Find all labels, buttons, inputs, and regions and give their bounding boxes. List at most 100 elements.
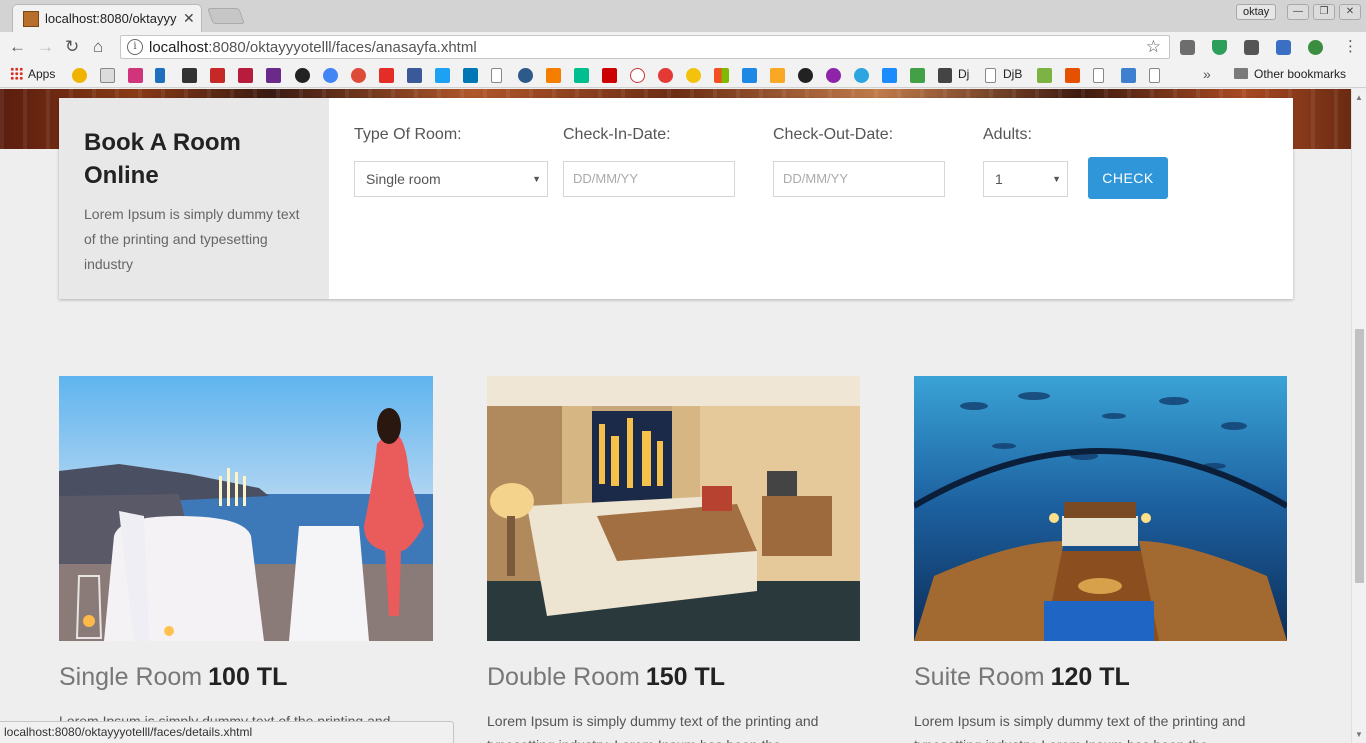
bookmark-icon[interactable] [826, 68, 841, 83]
maximize-icon[interactable]: ❐ [1313, 4, 1335, 20]
page-scrollbar[interactable]: ▲ ▼ [1351, 89, 1366, 743]
room-name[interactable]: Single Room [59, 663, 202, 691]
home-icon[interactable]: ⌂ [93, 38, 103, 56]
bookmark-icon[interactable] [128, 68, 143, 83]
tab-close-icon[interactable]: ✕ [183, 10, 195, 27]
room-title: Single Room 100 TL [59, 663, 287, 692]
address-bar[interactable]: i localhost:8080/oktayyyotelll/faces/ana… [120, 35, 1170, 59]
bookmark-djb[interactable]: DjB [1003, 67, 1022, 81]
adults-select[interactable]: 1 ▼ [983, 161, 1068, 197]
checkin-date-input[interactable]: DD/MM/YY [563, 161, 735, 197]
bookmarks-bar: Apps Dj DjB » Other bookmarks [0, 62, 1366, 88]
bookmark-icon[interactable] [266, 68, 281, 83]
check-button[interactable]: CHECK [1088, 157, 1168, 199]
booking-heading: Book A Room Online [84, 129, 241, 189]
bookmark-icon[interactable] [630, 68, 645, 83]
page-icon[interactable] [1093, 68, 1104, 83]
browser-toolbar: ← → ↻ ⌂ i localhost:8080/oktayyyotelll/f… [0, 32, 1366, 62]
bookmark-icon[interactable] [742, 68, 757, 83]
checkin-placeholder: DD/MM/YY [573, 171, 638, 186]
book-icon[interactable] [938, 68, 952, 83]
bookmark-icon[interactable] [602, 68, 617, 83]
bookmark-dj[interactable]: Dj [958, 67, 969, 81]
window-close-icon[interactable]: ✕ [1339, 4, 1361, 20]
bookmark-icon[interactable] [658, 68, 673, 83]
bus-icon[interactable] [1121, 68, 1136, 83]
bookmark-icon[interactable] [770, 68, 785, 83]
bookmark-icon[interactable] [1037, 68, 1052, 83]
scroll-down-icon[interactable]: ▼ [1355, 730, 1363, 739]
url-path: :8080/oktayyyotelll/faces/anasayfa.xhtml [208, 39, 477, 56]
telegram-icon[interactable] [854, 68, 869, 83]
extension-cube-icon[interactable] [1276, 40, 1291, 55]
bookmarks-overflow-icon[interactable]: » [1203, 66, 1211, 82]
room-name[interactable]: Double Room [487, 663, 640, 691]
bookmark-icon[interactable] [295, 68, 310, 83]
bookmark-apps[interactable]: Apps [10, 67, 55, 81]
bookmark-icon[interactable] [238, 68, 253, 83]
vine-icon[interactable] [574, 68, 589, 83]
browser-tab-active[interactable]: localhost:8080/oktayyyotelll/faces/anasa… [12, 4, 202, 32]
bookmark-icon[interactable] [518, 68, 533, 83]
microsoft-icon[interactable] [714, 68, 729, 83]
room-image-suite[interactable] [914, 376, 1287, 641]
blogger-icon[interactable] [546, 68, 561, 83]
new-tab-button[interactable] [207, 8, 245, 24]
twitter-icon[interactable] [435, 68, 450, 83]
youtube-icon[interactable] [379, 68, 394, 83]
bookmark-icon[interactable] [100, 68, 115, 83]
bookmark-icon[interactable] [910, 68, 925, 83]
room-type-select[interactable]: Single room ▼ [354, 161, 548, 197]
bookmark-icon[interactable] [210, 68, 225, 83]
forward-arrow-icon[interactable]: → [37, 38, 54, 56]
checkout-placeholder: DD/MM/YY [783, 171, 848, 186]
scrollbar-thumb[interactable] [1355, 329, 1364, 583]
scroll-up-icon[interactable]: ▲ [1355, 93, 1363, 102]
adults-value: 1 [995, 171, 1003, 187]
code-icon[interactable] [1065, 68, 1080, 83]
profile-button[interactable]: oktay [1236, 4, 1277, 20]
browser-status-bar: localhost:8080/oktayyyotelll/faces/detai… [0, 721, 454, 743]
browser-menu-icon[interactable]: ⋮ [1343, 38, 1358, 56]
bookmark-icon[interactable] [155, 68, 165, 83]
bookmark-star-icon[interactable]: ☆ [1146, 37, 1161, 57]
other-bookmarks[interactable]: Other bookmarks [1234, 67, 1346, 81]
room-description: Lorem Ipsum is simply dummy text of the … [487, 713, 819, 743]
bookmark-icon[interactable] [182, 68, 197, 83]
room-name[interactable]: Suite Room [914, 663, 1045, 691]
dropdown-caret-icon: ▼ [1052, 174, 1061, 184]
github-icon[interactable] [798, 68, 813, 83]
bookmark-icon[interactable] [686, 68, 701, 83]
bookmark-icon[interactable] [882, 68, 897, 83]
page-icon[interactable] [1149, 68, 1160, 83]
back-arrow-icon[interactable]: ← [9, 38, 26, 56]
address-url[interactable]: localhost:8080/oktayyyotelll/faces/anasa… [149, 39, 477, 56]
booking-description: Lorem Ipsum is simply dummy text of the … [84, 206, 300, 272]
page-icon[interactable] [491, 68, 502, 83]
extension-shield-icon[interactable] [1212, 40, 1227, 55]
room-image-double[interactable] [487, 376, 860, 641]
url-host: localhost [149, 39, 209, 56]
room-price: 150 TL [645, 663, 726, 691]
site-info-icon[interactable]: i [127, 39, 143, 55]
linkedin-icon[interactable] [463, 68, 478, 83]
google-icon[interactable] [323, 68, 338, 83]
adults-label: Adults: [983, 126, 1032, 143]
room-image-single[interactable] [59, 376, 433, 641]
extension-globe-icon[interactable] [1308, 40, 1323, 55]
browser-tab-bar: localhost:8080/oktayyyotelll/faces/anasa… [0, 0, 1366, 32]
extension-jb-icon[interactable] [1180, 40, 1195, 55]
room-price: 120 TL [1050, 663, 1130, 691]
facebook-icon[interactable] [407, 68, 422, 83]
room-description: Lorem Ipsum is simply dummy text of the … [914, 713, 1246, 743]
page-icon[interactable] [985, 68, 996, 83]
minimize-icon[interactable]: — [1287, 4, 1309, 20]
bookmark-icon[interactable] [72, 68, 87, 83]
checkout-date-input[interactable]: DD/MM/YY [773, 161, 945, 197]
reload-icon[interactable]: ↻ [65, 38, 79, 56]
folder-icon [1234, 68, 1248, 79]
room-type-label: Type Of Room: [354, 126, 462, 143]
dropdown-caret-icon: ▼ [532, 174, 541, 184]
google-plus-icon[interactable] [351, 68, 366, 83]
extension-mail-icon[interactable] [1244, 40, 1259, 55]
